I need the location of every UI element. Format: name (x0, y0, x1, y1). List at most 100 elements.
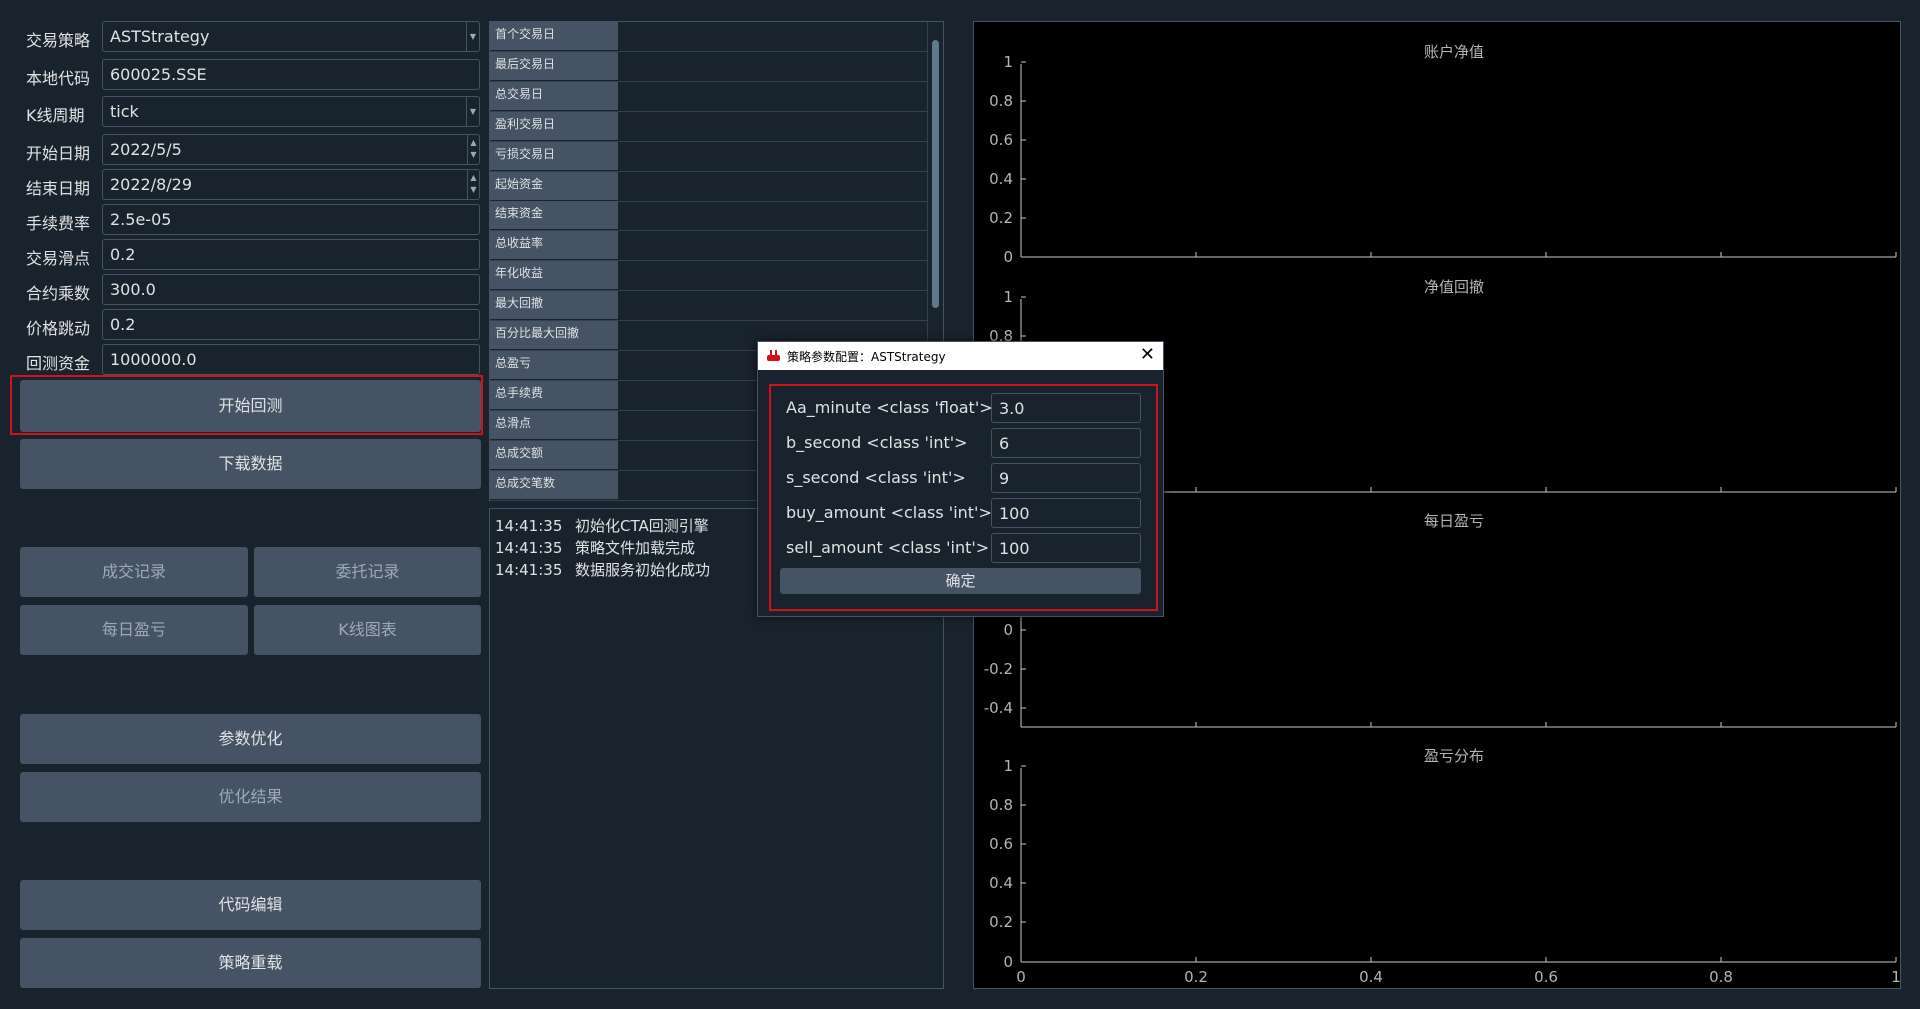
param-input-b-second[interactable]: 6 (991, 428, 1141, 458)
strategy-value: ASTStrategy (110, 27, 210, 46)
strategy-row: 交易策略 ASTStrategy ▼ (18, 21, 480, 52)
y-tick-label: 0.6 (989, 835, 1013, 853)
interval-combo[interactable]: tick ▼ (102, 96, 480, 127)
confirm-button[interactable]: 确定 (780, 568, 1141, 594)
y-tick-label: 0.2 (989, 913, 1013, 931)
start-date-label: 开始日期 (26, 144, 91, 163)
slippage-input[interactable]: 0.2 (102, 239, 480, 270)
y-tick-label: 0.4 (989, 874, 1013, 892)
log-message: 策略文件加载完成 (575, 539, 696, 557)
param-input-s-second[interactable]: 9 (991, 463, 1141, 493)
y-tick-label: 1 (1003, 53, 1013, 71)
chart-title: 每日盈亏 (1424, 512, 1484, 530)
stat-row: 亏损交易日 (490, 141, 928, 172)
optimize-result-button[interactable]: 优化结果 (20, 772, 481, 822)
stat-row: 总交易日 (490, 81, 928, 112)
y-tick-label: 1 (1003, 757, 1013, 775)
x-tick-label: 0.4 (1359, 968, 1383, 986)
stat-label: 盈利交易日 (490, 111, 618, 140)
stat-value (619, 52, 928, 80)
contract-size-label: 合约乘数 (26, 284, 91, 303)
y-tick-label: 1 (1003, 288, 1013, 306)
stat-row: 首个交易日 (490, 22, 928, 52)
capital-input[interactable]: 1000000.0 (102, 344, 480, 375)
chevron-down-icon[interactable]: ▼ (466, 22, 479, 51)
y-tick-label: -0.2 (984, 660, 1013, 678)
stat-label: 总收益率 (490, 231, 618, 260)
end-date-label: 结束日期 (26, 179, 91, 198)
stat-label: 总交易日 (490, 81, 618, 110)
fee-rate-input[interactable]: 2.5e-05 (102, 204, 480, 235)
scrollbar-thumb[interactable] (932, 40, 939, 308)
param-label: buy_amount <class 'int'> (786, 503, 992, 522)
stat-value (619, 291, 928, 319)
order-records-button[interactable]: 委托记录 (254, 547, 481, 597)
fee-rate-label: 手续费率 (26, 214, 91, 233)
stat-row: 起始资金 (490, 171, 928, 202)
pricetick-row: 价格跳动 0.2 (18, 309, 480, 340)
interval-label: K线周期 (26, 106, 85, 125)
stat-label: 最后交易日 (490, 51, 618, 80)
y-tick-label: 0.8 (989, 92, 1013, 110)
slippage-row: 交易滑点 0.2 (18, 239, 480, 270)
stat-value (619, 112, 928, 140)
x-tick-label: 0 (1016, 968, 1026, 986)
param-input-buy-amount[interactable]: 100 (991, 498, 1141, 528)
end-date-row: 结束日期 2022/8/29 ▲ ▼ (18, 169, 480, 200)
chevron-down-icon[interactable]: ▼ (466, 97, 479, 126)
spin-arrows-icon[interactable]: ▲ ▼ (467, 135, 479, 164)
code-edit-button[interactable]: 代码编辑 (20, 880, 481, 930)
stat-value (619, 22, 928, 50)
param-input-sell-amount[interactable]: 100 (991, 533, 1141, 563)
spin-arrows-icon[interactable]: ▲ ▼ (467, 170, 479, 199)
chart-title: 盈亏分布 (1424, 747, 1484, 765)
stat-value (619, 201, 928, 229)
pricetick-input[interactable]: 0.2 (102, 309, 480, 340)
start-date-input[interactable]: 2022/5/5 ▲ ▼ (102, 134, 480, 165)
capital-label: 回测资金 (26, 354, 91, 373)
stat-label: 总滑点 (490, 410, 618, 439)
symbol-row: 本地代码 600025.SSE (18, 59, 480, 90)
reload-strategy-button[interactable]: 策略重载 (20, 938, 481, 988)
y-tick-label: 0 (1003, 248, 1013, 266)
log-time: 14:41:35 (495, 539, 563, 557)
end-date-input[interactable]: 2022/8/29 ▲ ▼ (102, 169, 480, 200)
stat-label: 总成交额 (490, 440, 618, 469)
dialog-title: 策略参数配置：ASTStrategy (787, 350, 946, 364)
download-data-button[interactable]: 下载数据 (20, 439, 481, 489)
fee-rate-row: 手续费率 2.5e-05 (18, 204, 480, 235)
log-message: 数据服务初始化成功 (575, 561, 711, 579)
stat-label: 总盈亏 (490, 350, 618, 379)
chart-title: 净值回撤 (1424, 278, 1484, 296)
dialog-titlebar[interactable]: 策略参数配置：ASTStrategy ✕ (758, 342, 1163, 370)
start-backtest-button[interactable]: 开始回测 (20, 380, 481, 432)
symbol-input[interactable]: 600025.SSE (102, 59, 480, 90)
stat-row: 总收益率 (490, 231, 928, 262)
param-input-aa-minute[interactable]: 3.0 (991, 393, 1141, 423)
stat-label: 总成交笔数 (490, 470, 618, 499)
pricetick-label: 价格跳动 (26, 319, 91, 338)
contract-size-row: 合约乘数 300.0 (18, 274, 480, 305)
close-icon[interactable]: ✕ (1140, 344, 1155, 365)
daily-pnl-button[interactable]: 每日盈亏 (20, 605, 248, 655)
stat-row: 盈利交易日 (490, 111, 928, 142)
optimize-button[interactable]: 参数优化 (20, 714, 481, 764)
x-tick-label: 1 (1891, 968, 1900, 986)
stat-label: 年化收益 (490, 261, 618, 290)
trade-records-button[interactable]: 成交记录 (20, 547, 248, 597)
strategy-label: 交易策略 (26, 31, 91, 50)
contract-size-input[interactable]: 300.0 (102, 274, 480, 305)
y-tick-label: 0 (1003, 953, 1013, 971)
kline-chart-button[interactable]: K线图表 (254, 605, 481, 655)
stat-row: 年化收益 (490, 261, 928, 292)
stat-label: 起始资金 (490, 171, 618, 200)
interval-row: K线周期 tick ▼ (18, 96, 480, 127)
y-tick-label: 0 (1003, 621, 1013, 639)
stat-row: 最大回撤 (490, 291, 928, 322)
log-message: 初始化CTA回测引擎 (575, 517, 709, 535)
symbol-label: 本地代码 (26, 69, 91, 88)
stat-value (619, 231, 928, 259)
stat-label: 亏损交易日 (490, 141, 618, 170)
param-label: sell_amount <class 'int'> (786, 538, 990, 557)
strategy-combo[interactable]: ASTStrategy ▼ (102, 21, 480, 52)
